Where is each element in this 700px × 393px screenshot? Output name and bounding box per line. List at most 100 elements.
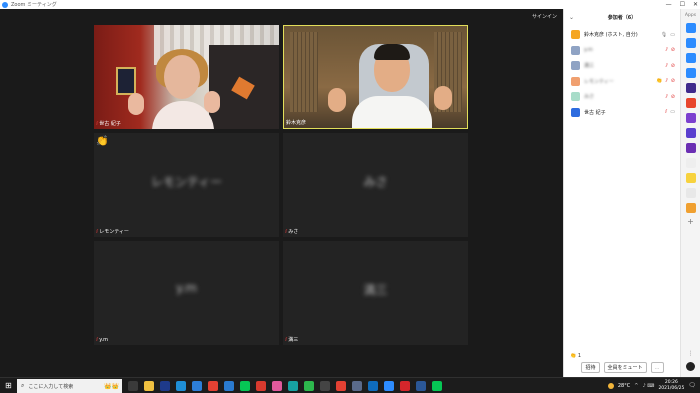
kahoot-app-icon[interactable] [685,128,696,138]
participant-status-icons: 🎙 ▭ [661,32,675,38]
participant-row[interactable]: 世古 紀子 ⫽ ▭ [564,105,680,121]
participant-row[interactable]: レモンティー 👏 ⫽ ⊘ [564,74,680,90]
tray-expand-icon[interactable]: ^ [634,383,638,389]
jp-app-icon[interactable] [160,381,170,391]
participant-name: 満三 [288,337,299,343]
games-app-icon[interactable] [685,188,696,198]
waving-hand [204,91,220,113]
line-app-icon[interactable] [240,381,250,391]
video-tile[interactable]: レモンティー ⫽ レモンティー [94,133,279,237]
waving-hand [434,86,452,110]
mic-off-icon[interactable]: ⫽ [666,47,668,53]
taskbar-clock[interactable]: 20:26 2021/06/25 [658,380,684,391]
title-bar: Zoom ミーティング — ☐ ✕ [0,0,700,9]
waving-hand [328,88,346,112]
mic-off-icon[interactable]: ⫽ [666,63,668,69]
mute-all-button[interactable]: 全員をミュート [603,362,647,373]
participant-name: レモンティー [99,229,129,235]
mic-icon[interactable]: 🎙 [661,32,667,38]
panel-buttons: 招待 全員をミュート … [564,362,681,373]
line-2-icon[interactable] [432,381,442,391]
avatar [571,92,580,102]
participant-row[interactable]: 満三 ⫽ ⊘ [564,58,680,74]
zoom-app-icon[interactable] [685,23,696,33]
camera-off-icon[interactable]: ⊘ [671,94,675,100]
avatar [571,76,580,86]
vscode-app-icon[interactable] [224,381,234,391]
tray-icons[interactable]: ♪ ⌨ [642,383,654,389]
search-icon: ⌕ [21,382,25,389]
share-app-icon[interactable] [685,68,696,78]
prezi-app-icon[interactable] [685,143,696,153]
mic-off-icon[interactable]: ⫽ [665,109,667,115]
video-tile[interactable]: ⫽ 世古 紀子 [94,25,279,129]
meeting-area: サインイン [0,9,563,377]
camera-off-icon[interactable]: ⊘ [671,63,675,69]
camera-icon[interactable]: ▭ [670,32,675,38]
clock-app-icon[interactable] [685,53,696,63]
participant-status-icons: 👏 ⫽ ⊘ [656,78,675,84]
participant-row[interactable]: みさ ⫽ ⊘ [564,89,680,105]
video-tile[interactable]: みさ ⫽ みさ [283,133,468,237]
slido-app-icon[interactable] [685,83,696,93]
collapse-panel-icon[interactable]: ⌄ [569,14,574,21]
invite-button[interactable]: 招待 [581,362,600,373]
grid-app-icon[interactable] [685,203,696,213]
word-app-icon[interactable] [416,381,426,391]
more-apps-icon[interactable]: ⋮ [681,350,700,357]
minimize-button[interactable]: — [666,0,672,9]
mic-off-icon[interactable]: ⫽ [666,94,668,100]
teal-app-icon[interactable] [288,381,298,391]
apps-sidebar: Apps + ⋮ [680,9,700,377]
video-tile-active-speaker[interactable]: 鈴木克彦 [283,25,468,129]
mic-off-icon: ⫽ [96,337,99,343]
doc-app-icon[interactable] [685,158,696,168]
crown-icon: 👑👑 [104,382,119,390]
signin-link[interactable]: サインイン [532,13,557,20]
weather-icon[interactable] [607,382,614,389]
add-app-icon[interactable]: + [681,217,700,226]
taskbar-apps [128,381,442,391]
video-tile[interactable]: 満三 ⫽ 満三 [283,241,468,345]
video-tile[interactable]: y.m ⫽ y.m [94,241,279,345]
settings-app-icon[interactable] [352,381,362,391]
camera-icon[interactable]: ▭ [670,109,675,115]
wood-panel [290,32,318,112]
pdf-app-icon[interactable] [400,381,410,391]
mail-app-icon[interactable] [192,381,202,391]
green-app-icon[interactable] [304,381,314,391]
task-view-icon[interactable] [128,381,138,391]
edge-browser-icon[interactable] [176,381,186,391]
mic-off-icon: ⫽ [285,336,288,343]
red-app-icon[interactable] [256,381,266,391]
emoji-app-icon[interactable] [685,173,696,183]
participant-row[interactable]: y.m ⫽ ⊘ [564,43,680,59]
chrome-2-icon[interactable] [336,381,346,391]
pink-app-icon[interactable] [272,381,282,391]
close-button[interactable]: ✕ [693,0,698,9]
dark-app-icon[interactable] [320,381,330,391]
notification-icon[interactable]: 🗨 [688,382,696,389]
participant-name: y.m [99,337,108,343]
taskbar-search[interactable]: ⌕ ここに入力して検索 👑👑 [17,379,122,393]
camera-off-icon[interactable]: ⊘ [671,78,675,84]
start-button[interactable]: ⊞ [5,382,12,390]
avatar [571,30,580,40]
mic-off-icon: ⫽ [285,228,288,235]
help-icon[interactable] [686,362,695,371]
maximize-button[interactable]: ☐ [680,0,685,9]
clock-date: 2021/06/25 [658,385,685,391]
whiteboard-app-icon[interactable] [685,113,696,123]
camera-off-icon[interactable]: ⊘ [671,47,675,53]
tab-app-icon[interactable] [685,98,696,108]
mic-off-icon[interactable]: ⫽ [666,78,668,84]
participant-row[interactable]: 鈴木克彦 (ホスト, 自分) 🎙 ▭ [564,27,680,43]
participant-status-icons: ⫽ ▭ [665,109,675,115]
file-explorer-icon[interactable] [144,381,154,391]
participant-name-tag: 鈴木克彦 [286,119,306,126]
music-app-icon[interactable] [685,38,696,48]
zoom-app-icon[interactable] [384,381,394,391]
chrome-browser-icon[interactable] [208,381,218,391]
outlook-app-icon[interactable] [368,381,378,391]
more-options-button[interactable]: … [650,362,664,373]
